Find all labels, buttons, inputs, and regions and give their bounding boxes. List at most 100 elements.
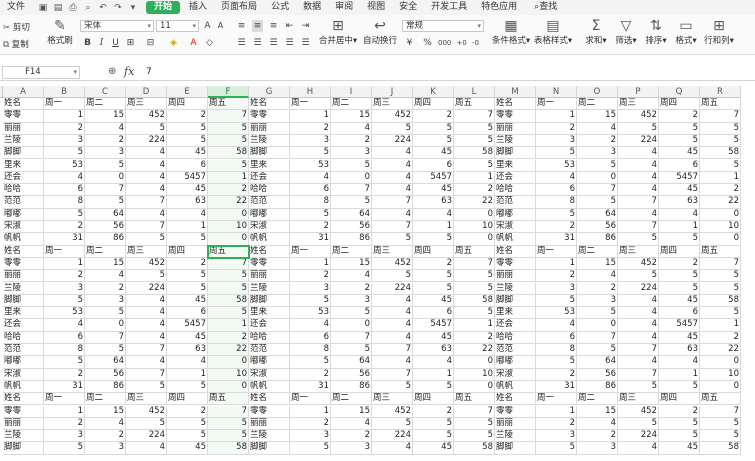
data-cell[interactable]: 3 xyxy=(577,294,618,308)
data-cell[interactable]: 还会 xyxy=(3,171,44,185)
tab-security[interactable]: 安全 xyxy=(392,0,424,15)
data-cell[interactable]: 2 xyxy=(659,110,700,123)
data-cell[interactable]: 86 xyxy=(577,233,618,246)
data-cell[interactable]: 零零 xyxy=(495,110,536,123)
data-cell[interactable]: 哈哈 xyxy=(249,184,290,197)
data-cell[interactable]: 2 xyxy=(536,417,577,431)
header-cell[interactable]: 周二 xyxy=(331,245,372,258)
data-cell[interactable]: 5 xyxy=(577,196,618,209)
data-cell[interactable]: 5 xyxy=(700,134,741,148)
data-cell[interactable]: 5 xyxy=(372,380,413,394)
data-cell[interactable]: 4 xyxy=(372,147,413,160)
data-cell[interactable]: 零零 xyxy=(495,257,536,271)
data-cell[interactable]: 5 xyxy=(413,122,454,135)
data-cell[interactable]: 3 xyxy=(536,282,577,295)
data-cell[interactable]: 5 xyxy=(167,122,208,135)
data-cell[interactable]: 5 xyxy=(577,159,618,172)
data-cell[interactable]: 4 xyxy=(126,331,167,344)
data-cell[interactable]: 5 xyxy=(44,356,85,369)
data-cell[interactable]: 3 xyxy=(577,442,618,455)
data-cell[interactable]: 0 xyxy=(208,233,249,246)
data-cell[interactable]: 脚脚 xyxy=(249,442,290,455)
data-cell[interactable]: 帆帆 xyxy=(495,233,536,246)
data-cell[interactable]: 45 xyxy=(167,331,208,344)
data-cell[interactable]: 4 xyxy=(577,122,618,135)
data-cell[interactable]: 6 xyxy=(659,307,700,320)
data-cell[interactable]: 嘟嘟 xyxy=(495,208,536,221)
header-cell[interactable]: 周一 xyxy=(290,245,331,258)
data-cell[interactable]: 2 xyxy=(167,257,208,271)
data-cell[interactable]: 10 xyxy=(208,368,249,381)
data-cell[interactable]: 里来 xyxy=(249,307,290,320)
data-cell[interactable]: 5457 xyxy=(659,171,700,185)
data-cell[interactable]: 2 xyxy=(413,257,454,271)
data-cell[interactable]: 7 xyxy=(208,405,249,418)
data-cell[interactable]: 56 xyxy=(577,368,618,381)
data-cell[interactable]: 范范 xyxy=(495,196,536,209)
data-cell[interactable]: 7 xyxy=(454,405,495,418)
data-cell[interactable]: 5 xyxy=(167,233,208,246)
data-cell[interactable]: 45 xyxy=(659,184,700,197)
data-cell[interactable]: 零零 xyxy=(3,257,44,271)
data-cell[interactable]: 5 xyxy=(126,380,167,394)
tab-data[interactable]: 数据 xyxy=(296,0,328,15)
column-header-B[interactable]: B xyxy=(44,86,85,98)
data-cell[interactable]: 31 xyxy=(44,380,85,394)
tab-review[interactable]: 审阅 xyxy=(328,0,360,15)
filter-button[interactable]: ▽ 筛选▾ xyxy=(612,18,640,46)
data-cell[interactable]: 5 xyxy=(413,270,454,283)
data-cell[interactable]: 范范 xyxy=(249,344,290,357)
data-cell[interactable]: 宋淑 xyxy=(3,368,44,381)
data-cell[interactable]: 宋淑 xyxy=(495,368,536,381)
data-cell[interactable]: 5 xyxy=(290,356,331,369)
header-cell[interactable]: 周三 xyxy=(618,98,659,111)
header-cell[interactable]: 周一 xyxy=(290,393,331,406)
data-cell[interactable]: 哈哈 xyxy=(3,184,44,197)
data-cell[interactable]: 63 xyxy=(659,196,700,209)
data-cell[interactable]: 1 xyxy=(290,257,331,271)
data-cell[interactable]: 5 xyxy=(413,417,454,431)
data-cell[interactable]: 5 xyxy=(700,122,741,135)
data-cell[interactable]: 4 xyxy=(126,307,167,320)
data-cell[interactable]: 2 xyxy=(44,368,85,381)
data-cell[interactable]: 0 xyxy=(208,208,249,221)
data-cell[interactable]: 7 xyxy=(700,110,741,123)
data-cell[interactable]: 452 xyxy=(618,257,659,271)
data-cell[interactable]: 4 xyxy=(618,442,659,455)
data-cell[interactable]: 帆帆 xyxy=(3,233,44,246)
data-cell[interactable]: 零零 xyxy=(3,110,44,123)
data-cell[interactable]: 1 xyxy=(659,368,700,381)
data-cell[interactable]: 5 xyxy=(208,430,249,443)
header-cell[interactable]: 周一 xyxy=(536,245,577,258)
data-cell[interactable]: 2 xyxy=(44,417,85,431)
data-cell[interactable]: 224 xyxy=(372,282,413,295)
data-cell[interactable]: 4 xyxy=(372,331,413,344)
data-cell[interactable]: 58 xyxy=(454,294,495,308)
data-cell[interactable]: 4 xyxy=(126,171,167,185)
data-cell[interactable]: 嘟嘟 xyxy=(495,356,536,369)
data-cell[interactable]: 45 xyxy=(659,147,700,160)
redo-icon[interactable]: ↷ xyxy=(113,3,123,13)
column-header-G[interactable]: G xyxy=(249,86,290,98)
data-cell[interactable]: 45 xyxy=(167,442,208,455)
data-cell[interactable]: 7 xyxy=(331,184,372,197)
data-cell[interactable]: 5 xyxy=(454,122,495,135)
header-cell[interactable]: 周一 xyxy=(536,393,577,406)
data-cell[interactable]: 5457 xyxy=(413,171,454,185)
data-cell[interactable]: 4 xyxy=(618,171,659,185)
font-size-select[interactable]: 11 ▾ xyxy=(156,20,199,32)
data-cell[interactable]: 5457 xyxy=(659,319,700,332)
data-cell[interactable]: 15 xyxy=(331,110,372,123)
header-cell[interactable]: 姓名 xyxy=(3,393,44,406)
data-cell[interactable]: 22 xyxy=(208,344,249,357)
data-cell[interactable]: 4 xyxy=(126,442,167,455)
data-cell[interactable]: 2 xyxy=(290,270,331,283)
data-cell[interactable]: 4 xyxy=(372,171,413,185)
rows-cols-button[interactable]: ⊞ 行和列▾ xyxy=(702,18,736,46)
increase-decimal-icon[interactable]: +0 xyxy=(456,37,467,49)
data-cell[interactable]: 4 xyxy=(372,319,413,332)
data-cell[interactable]: 2 xyxy=(290,122,331,135)
header-cell[interactable]: 周二 xyxy=(577,98,618,111)
data-cell[interactable]: 224 xyxy=(618,134,659,148)
data-cell[interactable]: 脚脚 xyxy=(3,442,44,455)
